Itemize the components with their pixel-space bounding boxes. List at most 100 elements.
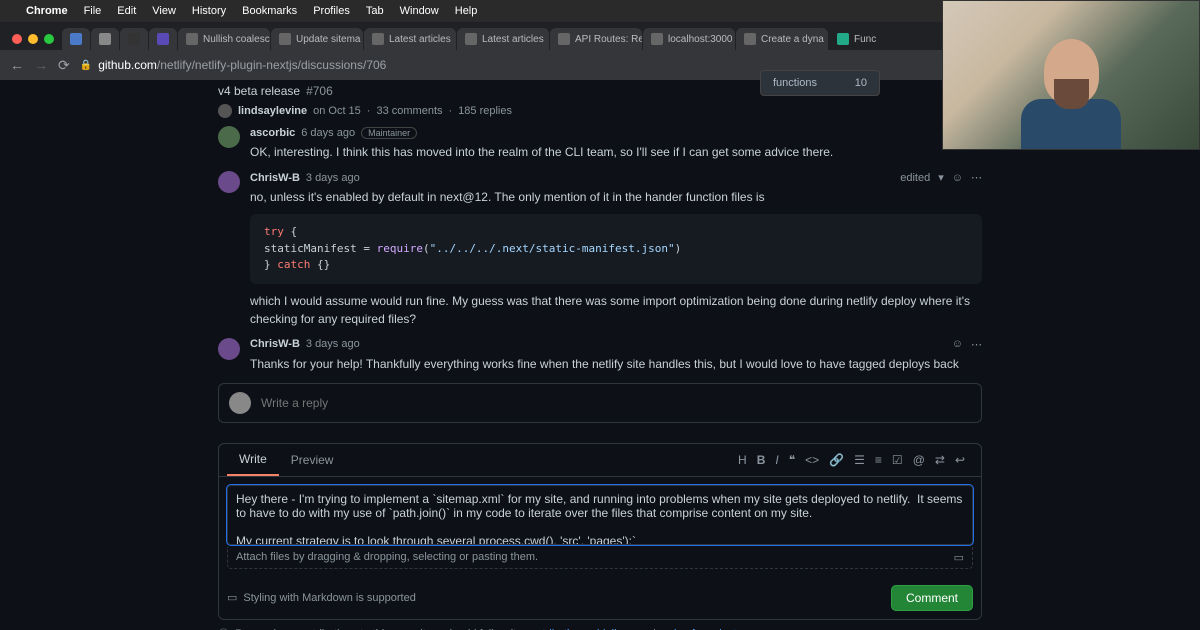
menubar-profiles[interactable]: Profiles [313, 5, 350, 17]
bullet-list-icon[interactable]: ☰ [854, 453, 865, 467]
pinned-tab[interactable] [91, 28, 119, 50]
reply-input[interactable] [261, 396, 971, 410]
back-button[interactable]: ← [10, 57, 24, 73]
pinned-tab[interactable] [149, 28, 177, 50]
comment-editor: Write Preview H B I ❝ <> 🔗 ☰ ≡ ☑ @ ⇄ ↩ [218, 443, 982, 620]
comment-item: ascorbic 6 days ago Maintainer ☺ ⋯ OK, i… [218, 126, 982, 161]
reaction-icon[interactable]: ☺ [952, 338, 963, 350]
italic-icon[interactable]: I [775, 453, 778, 467]
comment-body: no, unless it's enabled by default in ne… [250, 188, 982, 206]
window-controls [8, 34, 62, 50]
browser-tab-active[interactable]: Func [829, 28, 884, 50]
code-icon[interactable]: <> [805, 453, 819, 467]
mention-icon[interactable]: @ [913, 453, 925, 467]
markdown-info-icon: ▭ [227, 591, 237, 604]
comment-item: ChrisW-B 3 days ago ☺ ⋯ Thanks for your … [218, 338, 982, 373]
comment-author[interactable]: ChrisW-B [250, 172, 300, 184]
link-icon[interactable]: 🔗 [829, 453, 844, 467]
write-tab[interactable]: Write [227, 444, 279, 476]
markdown-support-text[interactable]: Styling with Markdown is supported [243, 592, 415, 604]
menubar-file[interactable]: File [84, 5, 102, 17]
menubar-history[interactable]: History [192, 5, 226, 17]
comment-avatar[interactable] [218, 171, 240, 193]
autocomplete-popup[interactable]: functions 10 [760, 70, 880, 96]
browser-tab[interactable]: Latest articles× [457, 28, 549, 50]
fullscreen-window-button[interactable] [44, 34, 54, 44]
minimize-window-button[interactable] [28, 34, 38, 44]
preview-tab[interactable]: Preview [279, 445, 346, 475]
tab-label: localhost:3000 [668, 34, 733, 45]
pinned-tab[interactable] [120, 28, 148, 50]
contributing-note: ⓘ Remember, contributions to this reposi… [0, 620, 1200, 630]
chevron-down-icon[interactable]: ▾ [938, 171, 944, 184]
tab-label: Create a dyna [761, 34, 824, 45]
browser-tab[interactable]: Update sitema× [271, 28, 363, 50]
browser-tab[interactable]: localhost:3000× [643, 28, 735, 50]
comment-item: ChrisW-B 3 days ago edited ▾ ☺ ⋯ no, unl… [218, 171, 982, 328]
menubar-bookmarks[interactable]: Bookmarks [242, 5, 297, 17]
attach-hint[interactable]: Attach files by dragging & dropping, sel… [227, 547, 973, 569]
reaction-icon[interactable]: ☺ [952, 172, 963, 184]
browser-tab[interactable]: Create a dyna× [736, 28, 828, 50]
pinned-tab[interactable] [62, 28, 90, 50]
comment-button[interactable]: Comment [891, 585, 973, 611]
reference-icon[interactable]: ⇄ [935, 453, 945, 467]
comment-avatar[interactable] [218, 338, 240, 360]
browser-tab[interactable]: API Routes: Re× [550, 28, 642, 50]
bold-icon[interactable]: B [757, 453, 766, 467]
url-text: github.com/netlify/netlify-plugin-nextjs… [98, 58, 386, 72]
menubar-tab[interactable]: Tab [366, 5, 384, 17]
tab-label: API Routes: Re [575, 34, 642, 45]
close-window-button[interactable] [12, 34, 22, 44]
comment-author[interactable]: ascorbic [250, 127, 295, 139]
menubar-window[interactable]: Window [400, 5, 439, 17]
reload-button[interactable]: ⟳ [58, 57, 70, 74]
attach-hint-text: Attach files by dragging & dropping, sel… [236, 551, 538, 564]
quote-icon[interactable]: ❝ [789, 453, 795, 467]
discussion-author[interactable]: lindsaylevine [238, 105, 307, 117]
comment-time: 3 days ago [306, 172, 360, 184]
comment-thread: ascorbic 6 days ago Maintainer ☺ ⋯ OK, i… [0, 126, 1200, 620]
comment-body: OK, interesting. I think this has moved … [250, 143, 982, 161]
comment-body: which I would assume would run fine. My … [250, 292, 982, 328]
autocomplete-count: 10 [855, 77, 867, 89]
comment-author[interactable]: ChrisW-B [250, 338, 300, 350]
maintainer-badge: Maintainer [361, 127, 417, 139]
editor-tabs: Write Preview H B I ❝ <> 🔗 ☰ ≡ ☑ @ ⇄ ↩ [219, 444, 981, 477]
comment-avatar[interactable] [218, 126, 240, 148]
comment-textarea[interactable] [227, 485, 973, 545]
comment-body: Thanks for your help! Thankfully everyth… [250, 355, 982, 373]
heading-icon[interactable]: H [738, 453, 747, 467]
menubar-help[interactable]: Help [455, 5, 478, 17]
tasklist-icon[interactable]: ☑ [892, 453, 903, 467]
tab-label: Func [854, 34, 876, 45]
author-avatar[interactable] [218, 104, 232, 118]
numbered-list-icon[interactable]: ≡ [875, 453, 882, 467]
forward-button[interactable]: → [34, 57, 48, 73]
comment-menu-icon[interactable]: ⋯ [971, 338, 982, 351]
lock-icon: 🔒 [80, 60, 92, 71]
reply-icon[interactable]: ↩ [955, 453, 965, 467]
editor-toolbar: H B I ❝ <> 🔗 ☰ ≡ ☑ @ ⇄ ↩ [730, 453, 973, 467]
comment-menu-icon[interactable]: ⋯ [971, 171, 982, 184]
discussion-number: #706 [306, 84, 333, 98]
discussion-date: on Oct 15 [313, 105, 361, 117]
info-icon: ⓘ [218, 626, 229, 630]
browser-tab[interactable]: Nullish coalesc× [178, 28, 270, 50]
tab-label: Latest articles [482, 34, 544, 45]
menubar-view[interactable]: View [152, 5, 176, 17]
page-content: v4 beta release #706 lindsaylevine on Oc… [0, 80, 1200, 630]
discussion-comment-count: 33 comments [376, 105, 442, 117]
tab-label: Latest articles [389, 34, 451, 45]
discussion-title: v4 beta release [218, 84, 300, 98]
browser-tab[interactable]: Latest articles× [364, 28, 456, 50]
menubar-app[interactable]: Chrome [26, 5, 68, 17]
autocomplete-text: functions [773, 77, 817, 89]
tab-label: Update sitema [296, 34, 360, 45]
tab-label: Nullish coalesc [203, 34, 270, 45]
menubar-edit[interactable]: Edit [117, 5, 136, 17]
reply-input-row[interactable] [218, 383, 982, 423]
discussion-reply-count: 185 replies [458, 105, 512, 117]
edited-label[interactable]: edited [900, 172, 930, 184]
comment-time: 6 days ago [301, 127, 355, 139]
